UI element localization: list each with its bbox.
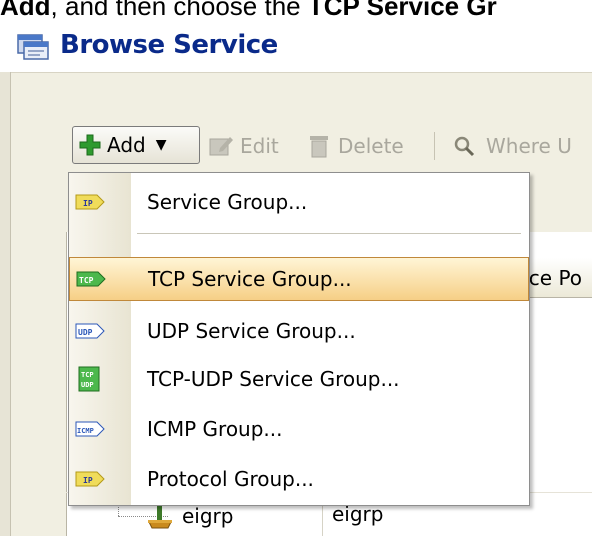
svg-text:UDP: UDP bbox=[78, 328, 93, 337]
title-bar: Browse Service bbox=[0, 22, 592, 73]
menu-item-label: TCP-UDP Service Group... bbox=[147, 367, 400, 391]
plus-icon bbox=[79, 134, 101, 156]
delete-button[interactable]: Delete bbox=[308, 130, 404, 162]
window-title: Browse Service bbox=[60, 30, 278, 60]
edit-button[interactable]: Edit bbox=[208, 130, 279, 162]
menu-item-tcp-service-group[interactable]: TCP TCP Service Group... bbox=[69, 257, 529, 301]
menu-item-label: Protocol Group... bbox=[147, 467, 314, 491]
edit-icon bbox=[209, 137, 233, 156]
chevron-down-icon: ▼ bbox=[155, 137, 167, 153]
where-used-button[interactable]: Where U bbox=[452, 130, 572, 162]
add-button-label: Add bbox=[107, 133, 146, 157]
eigrp-protocol-icon bbox=[148, 505, 172, 529]
window-left-edge bbox=[0, 72, 11, 536]
udp-icon: UDP bbox=[75, 320, 105, 342]
svg-text:IP: IP bbox=[83, 476, 93, 485]
caption-text: , and then choose the bbox=[50, 0, 308, 21]
edit-button-label: Edit bbox=[240, 134, 279, 158]
menu-item-udp-service-group[interactable]: UDP UDP Service Group... bbox=[69, 309, 529, 353]
magnifier-icon bbox=[454, 136, 475, 157]
menu-item-icmp-group[interactable]: ICMP ICMP Group... bbox=[69, 407, 529, 451]
caption-bold-target: TCP Service Gr bbox=[307, 0, 497, 21]
icmp-icon: ICMP bbox=[75, 418, 105, 440]
delete-button-label: Delete bbox=[338, 134, 404, 158]
trash-icon bbox=[310, 136, 328, 158]
row-name: eigrp bbox=[182, 504, 234, 528]
svg-text:TCP: TCP bbox=[81, 371, 94, 379]
svg-text:ICMP: ICMP bbox=[77, 427, 94, 435]
browse-service-window: Browse Service rce Po eigrp eigrp Add ▼ bbox=[0, 22, 592, 536]
browse-service-icon bbox=[17, 34, 49, 60]
add-button[interactable]: Add ▼ bbox=[72, 126, 200, 164]
menu-item-service-group[interactable]: IP Service Group... bbox=[69, 180, 529, 224]
where-used-button-label: Where U bbox=[486, 134, 572, 158]
ip-icon: IP bbox=[75, 191, 105, 213]
caption-bold-add: Add bbox=[0, 0, 51, 21]
menu-item-label: ICMP Group... bbox=[147, 417, 283, 441]
instruction-caption: Add, and then choose the TCP Service Gr bbox=[0, 0, 592, 21]
tcp-icon: TCP bbox=[76, 268, 106, 290]
svg-text:TCP: TCP bbox=[79, 276, 94, 285]
toolbar-separator bbox=[434, 132, 435, 160]
menu-separator bbox=[137, 233, 521, 234]
add-dropdown-menu: IP Service Group... TCP TCP Service Grou… bbox=[68, 172, 530, 506]
menu-item-tcp-udp-service-group[interactable]: TCP UDP TCP-UDP Service Group... bbox=[69, 357, 529, 401]
menu-item-label: UDP Service Group... bbox=[147, 319, 356, 343]
svg-text:IP: IP bbox=[83, 199, 93, 208]
tcp-udp-icon: TCP UDP bbox=[75, 366, 105, 392]
toolbar: Add ▼ Edit Delete Where U bbox=[66, 124, 592, 168]
menu-item-protocol-group[interactable]: IP Protocol Group... bbox=[69, 457, 529, 501]
menu-item-label: TCP Service Group... bbox=[148, 267, 352, 291]
svg-text:UDP: UDP bbox=[81, 381, 94, 389]
ip-icon: IP bbox=[75, 468, 105, 490]
menu-item-label: Service Group... bbox=[147, 190, 308, 214]
